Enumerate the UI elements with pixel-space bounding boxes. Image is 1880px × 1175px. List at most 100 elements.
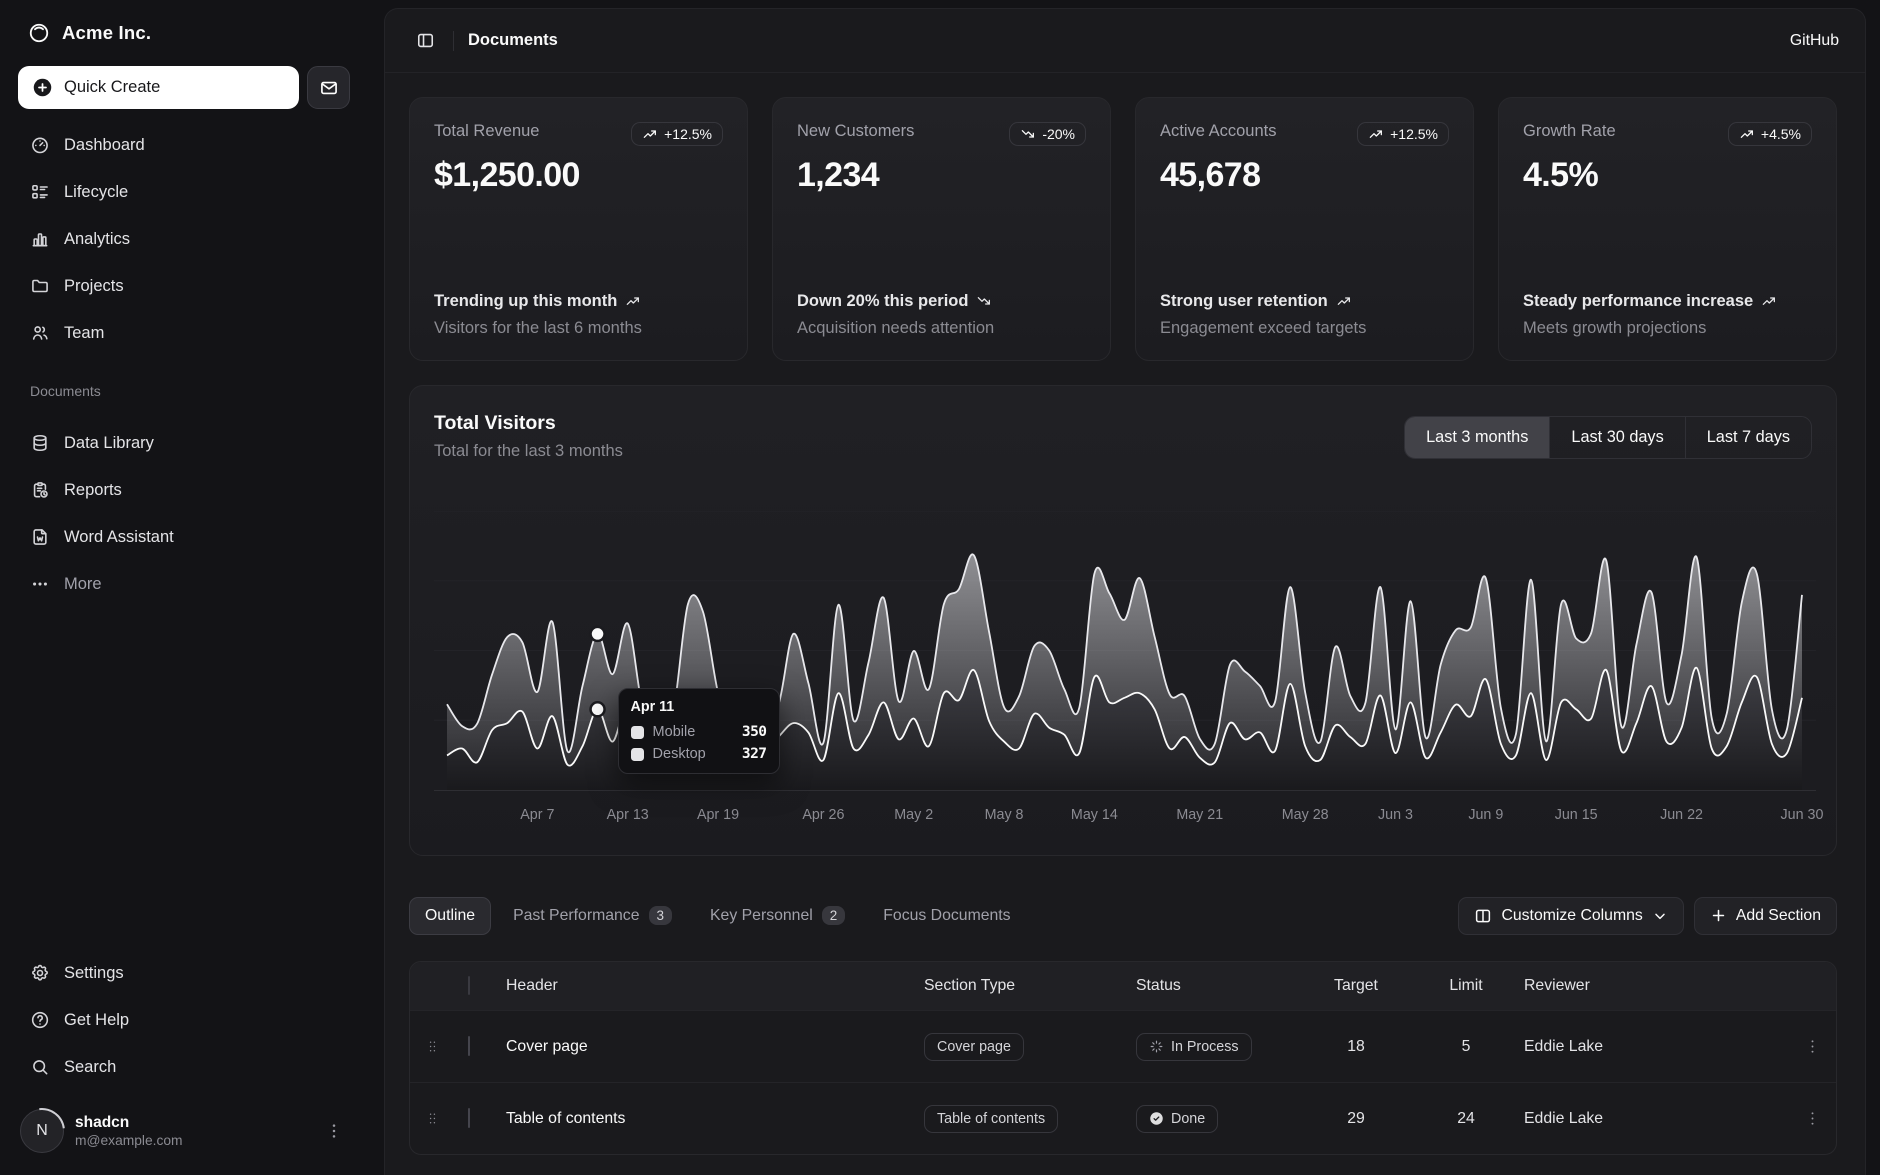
plus-icon bbox=[1710, 907, 1727, 924]
card-footer-text: Strong user retention bbox=[1160, 291, 1328, 312]
card-footer-sub: Acquisition needs attention bbox=[797, 319, 1086, 338]
trend-up-icon bbox=[642, 126, 658, 142]
nav-item-label: Team bbox=[64, 324, 104, 343]
avatar-initial: N bbox=[36, 1122, 48, 1140]
drag-handle-icon[interactable] bbox=[410, 1110, 454, 1127]
table-row[interactable]: Table of contents Table of contents Done… bbox=[410, 1082, 1836, 1154]
table-header-row: Header Section Type Status Target Limit … bbox=[410, 962, 1836, 1010]
reviewer-value[interactable]: Eddie Lake bbox=[1524, 1038, 1788, 1056]
x-tick: May 21 bbox=[1176, 807, 1223, 823]
col-section-type: Section Type bbox=[924, 977, 1136, 995]
trend-up-icon bbox=[1761, 293, 1777, 309]
sections-table: Header Section Type Status Target Limit … bbox=[409, 961, 1837, 1155]
x-tick: Jun 30 bbox=[1781, 807, 1824, 823]
page-title: Documents bbox=[468, 31, 558, 50]
folder-icon bbox=[30, 276, 50, 296]
row-header[interactable]: Table of contents bbox=[506, 1110, 924, 1128]
row-checkbox[interactable] bbox=[468, 1036, 470, 1056]
brand[interactable]: Acme Inc. bbox=[18, 14, 350, 52]
sidebar-item-search[interactable]: Search bbox=[18, 1047, 350, 1087]
card-footer-text: Down 20% this period bbox=[797, 291, 968, 312]
tab-key-personnel[interactable]: Key Personnel2 bbox=[694, 896, 861, 935]
nav-item-label: Search bbox=[64, 1058, 116, 1077]
inbox-button[interactable] bbox=[307, 66, 350, 109]
select-all-checkbox[interactable] bbox=[468, 976, 470, 995]
x-tick: Jun 9 bbox=[1468, 807, 1503, 823]
brand-name: Acme Inc. bbox=[62, 22, 151, 44]
nav-item-label: Word Assistant bbox=[64, 528, 174, 547]
nav-item-label: Settings bbox=[64, 964, 124, 983]
col-target: Target bbox=[1304, 977, 1408, 995]
col-header: Header bbox=[506, 977, 924, 995]
nav-item-label: Lifecycle bbox=[64, 183, 128, 202]
sidebar-item-get-help[interactable]: Get Help bbox=[18, 1000, 350, 1040]
sidebar-item-lifecycle[interactable]: Lifecycle bbox=[18, 172, 350, 212]
nav-item-label: Get Help bbox=[64, 1011, 129, 1030]
range-last-3-months[interactable]: Last 3 months bbox=[1405, 417, 1549, 458]
avatar: N bbox=[20, 1109, 64, 1153]
range-last-7-days[interactable]: Last 7 days bbox=[1685, 417, 1811, 458]
col-status: Status bbox=[1136, 977, 1304, 995]
visitors-chart-card: Total Visitors Total for the last 3 mont… bbox=[409, 385, 1837, 856]
section-tabs-row: OutlinePast Performance3Key Personnel2Fo… bbox=[409, 896, 1837, 935]
sidebar-item-word-assistant[interactable]: Word Assistant bbox=[18, 517, 350, 557]
tooltip-row: Mobile 350 bbox=[631, 724, 767, 740]
target-value[interactable]: 18 bbox=[1304, 1038, 1408, 1056]
tab-outline[interactable]: Outline bbox=[409, 897, 491, 935]
sidebar-item-settings[interactable]: Settings bbox=[18, 953, 350, 993]
sidebar-item-analytics[interactable]: Analytics bbox=[18, 219, 350, 259]
card-value: 1,234 bbox=[797, 156, 1086, 195]
sidebar-item-team[interactable]: Team bbox=[18, 313, 350, 353]
stat-card: New Customers -20% 1,234 Down 20% this p… bbox=[772, 97, 1111, 361]
nav-documents: Data Library Reports Word Assistant More bbox=[18, 423, 350, 604]
sidebar-item-dashboard[interactable]: Dashboard bbox=[18, 125, 350, 165]
range-last-30-days[interactable]: Last 30 days bbox=[1549, 417, 1684, 458]
area-chart[interactable]: Apr 11 Mobile 350 Desktop 327 bbox=[434, 511, 1812, 791]
user-menu[interactable]: N shadcn m@example.com bbox=[18, 1109, 350, 1159]
series-value: 350 bbox=[742, 724, 767, 740]
nav-main: Dashboard Lifecycle Analytics Projects Team bbox=[18, 125, 350, 353]
dots-vertical-icon[interactable] bbox=[324, 1121, 344, 1141]
trend-down-icon bbox=[976, 293, 992, 309]
section-tabs: OutlinePast Performance3Key Personnel2Fo… bbox=[409, 896, 1027, 935]
card-value: 4.5% bbox=[1523, 156, 1812, 195]
row-header[interactable]: Cover page bbox=[506, 1038, 924, 1056]
dashboard-icon bbox=[30, 135, 50, 155]
add-section-button[interactable]: Add Section bbox=[1694, 897, 1837, 935]
sidebar-item-data-library[interactable]: Data Library bbox=[18, 423, 350, 463]
user-email: m@example.com bbox=[75, 1132, 313, 1149]
limit-value[interactable]: 24 bbox=[1408, 1110, 1524, 1128]
drag-handle-icon[interactable] bbox=[410, 1038, 454, 1055]
stat-card: Total Revenue +12.5% $1,250.00 Trending … bbox=[409, 97, 748, 361]
x-tick: Apr 7 bbox=[520, 807, 554, 823]
status-badge: Done bbox=[1136, 1105, 1218, 1133]
user-name: shadcn bbox=[75, 1113, 313, 1132]
card-title: Active Accounts bbox=[1160, 122, 1276, 141]
status-badge: In Process bbox=[1136, 1033, 1252, 1061]
nav-item-label: Projects bbox=[64, 277, 124, 296]
sidebar-item-projects[interactable]: Projects bbox=[18, 266, 350, 306]
circle-plus-icon bbox=[32, 77, 53, 98]
limit-value[interactable]: 5 bbox=[1408, 1038, 1524, 1056]
row-menu-icon[interactable] bbox=[1788, 1109, 1836, 1128]
tab-past-performance[interactable]: Past Performance3 bbox=[497, 896, 688, 935]
x-tick: Jun 3 bbox=[1378, 807, 1413, 823]
loader-icon bbox=[1149, 1039, 1164, 1054]
customize-columns-button[interactable]: Customize Columns bbox=[1458, 897, 1683, 935]
sidebar-toggle-button[interactable] bbox=[407, 23, 443, 59]
sidebar-item-more[interactable]: More bbox=[18, 564, 350, 604]
series-value: 327 bbox=[742, 746, 767, 762]
reviewer-value[interactable]: Eddie Lake bbox=[1524, 1110, 1788, 1128]
card-value: $1,250.00 bbox=[434, 156, 723, 195]
check-circle-icon bbox=[1149, 1111, 1164, 1126]
table-row[interactable]: Cover page Cover page In Process 18 5 Ed… bbox=[410, 1010, 1836, 1082]
tab-focus-documents[interactable]: Focus Documents bbox=[867, 897, 1026, 935]
tooltip-date: Apr 11 bbox=[631, 699, 767, 715]
row-menu-icon[interactable] bbox=[1788, 1037, 1836, 1056]
tab-label: Past Performance bbox=[513, 907, 639, 925]
sidebar-item-reports[interactable]: Reports bbox=[18, 470, 350, 510]
github-link[interactable]: GitHub bbox=[1790, 32, 1839, 50]
quick-create-button[interactable]: Quick Create bbox=[18, 66, 299, 109]
row-checkbox[interactable] bbox=[468, 1108, 470, 1128]
target-value[interactable]: 29 bbox=[1304, 1110, 1408, 1128]
